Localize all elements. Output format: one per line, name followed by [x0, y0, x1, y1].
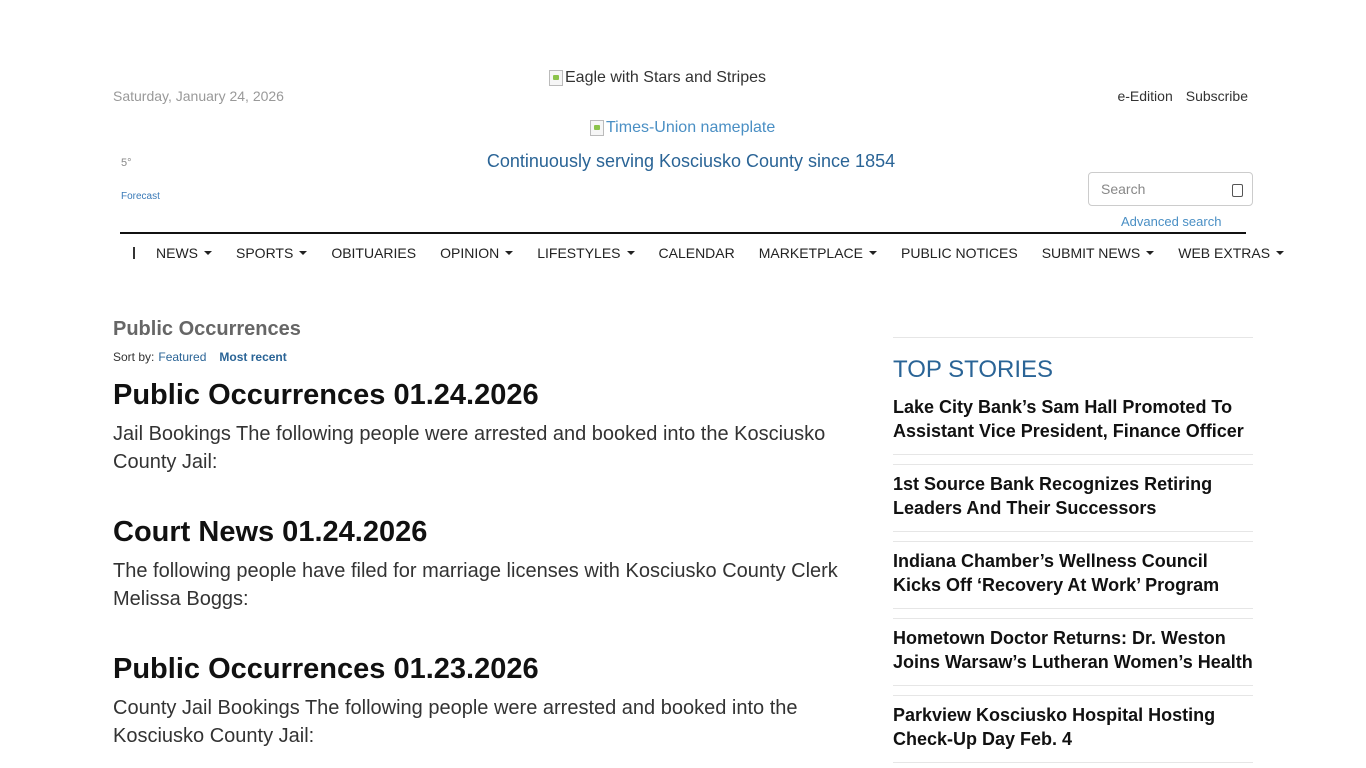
caret-down-icon — [299, 251, 308, 255]
nav-label: SUBMIT NEWS — [1041, 245, 1141, 261]
tagline-text: Continuously serving Kosciusko County si… — [486, 151, 896, 171]
eagle-logo-alt: Eagle with Stars and Stripes — [565, 69, 766, 86]
nav-label: OBITUARIES — [331, 245, 417, 261]
advanced-search-link[interactable]: Advanced search — [1121, 214, 1221, 229]
caret-down-icon — [505, 251, 514, 255]
nav-label: MARKETPLACE — [758, 245, 863, 261]
top-story-link[interactable]: Parkview Kosciusko Hospital Hosting Chec… — [893, 703, 1255, 751]
search-form — [1088, 172, 1253, 206]
sort-label: Sort by: — [113, 350, 155, 364]
nav-item-news[interactable]: NEWS — [156, 245, 212, 261]
nav-label: CALENDAR — [658, 245, 735, 261]
article-item: Public Occurrences 01.24.2026 Jail Booki… — [113, 378, 853, 476]
nameplate-logo[interactable]: Times-Union nameplate — [590, 119, 775, 137]
story-divider — [893, 695, 1253, 696]
article-title-link[interactable]: Court News 01.24.2026 — [113, 516, 427, 548]
nav-label: SPORTS — [236, 245, 294, 261]
article-summary: Jail Bookings The following people were … — [113, 423, 826, 473]
article-summary: The following people have filed for marr… — [113, 560, 838, 610]
nav-divider — [120, 232, 1246, 234]
story-divider — [893, 531, 1253, 532]
top-story-link[interactable]: Indiana Chamber’s Wellness Council Kicks… — [893, 549, 1255, 597]
story-divider — [893, 454, 1253, 455]
nav-label: PUBLIC NOTICES — [901, 245, 1018, 261]
top-story-link[interactable]: 1st Source Bank Recognizes Retiring Lead… — [893, 472, 1255, 520]
nav-item-sports[interactable]: SPORTS — [236, 245, 308, 261]
sidebar-divider — [893, 337, 1253, 338]
subscribe-link[interactable]: Subscribe — [1186, 88, 1248, 104]
main-nav: NEWS SPORTS OBITUARIES OPINION LIFESTYLE… — [120, 236, 1285, 270]
nav-item-marketplace[interactable]: MARKETPLACE — [759, 245, 877, 261]
weather-forecast-link[interactable]: Forecast — [121, 191, 160, 202]
article-item: Court News 01.24.2026 The following peop… — [113, 515, 853, 613]
nav-item-opinion[interactable]: OPINION — [440, 245, 514, 261]
nav-item-calendar[interactable]: CALENDAR — [659, 245, 735, 261]
caret-down-icon — [626, 251, 635, 255]
article-summary: County Jail Bookings The following peopl… — [113, 697, 798, 747]
sort-most-recent-link[interactable]: Most recent — [219, 350, 286, 364]
search-icon[interactable] — [1232, 184, 1243, 197]
caret-down-icon — [1276, 251, 1285, 255]
nav-label: NEWS — [156, 245, 198, 261]
nav-item-obituaries[interactable]: OBITUARIES — [331, 245, 416, 261]
top-stories-heading: TOP STORIES — [893, 356, 1054, 383]
e-edition-link[interactable]: e-Edition — [1117, 88, 1172, 104]
caret-down-icon — [1146, 251, 1155, 255]
page-title: Public Occurrences — [113, 318, 301, 340]
weather-temperature[interactable]: 5° — [121, 157, 132, 169]
top-story-link[interactable]: Hometown Doctor Returns: Dr. Weston Join… — [893, 626, 1255, 674]
story-divider — [893, 541, 1253, 542]
story-divider — [893, 464, 1253, 465]
eagle-logo[interactable]: Eagle with Stars and Stripes — [549, 69, 766, 87]
story-divider — [893, 762, 1253, 763]
sort-controls: Sort by: Featured Most recent — [113, 350, 287, 364]
nav-item-web-extras[interactable]: WEB EXTRAS — [1178, 245, 1285, 261]
broken-image-icon — [590, 120, 604, 136]
site-tagline: Continuously serving Kosciusko County si… — [0, 151, 1366, 172]
caret-down-icon — [204, 251, 212, 255]
nameplate-alt: Times-Union nameplate — [606, 119, 776, 136]
sort-featured-link[interactable]: Featured — [158, 350, 206, 364]
top-links: e-Edition Subscribe — [1117, 88, 1248, 104]
search-input[interactable] — [1101, 181, 1221, 197]
article-item: Public Occurrences 01.23.2026 County Jai… — [113, 652, 853, 750]
article-title-link[interactable]: Public Occurrences 01.24.2026 — [113, 379, 539, 411]
nav-item-public-notices[interactable]: PUBLIC NOTICES — [901, 245, 1018, 261]
broken-image-icon — [549, 70, 563, 86]
nav-item-submit-news[interactable]: SUBMIT NEWS — [1042, 245, 1155, 261]
nav-item-lifestyles[interactable]: LIFESTYLES — [537, 245, 635, 261]
story-divider — [893, 685, 1253, 686]
top-story-link[interactable]: Lake City Bank’s Sam Hall Promoted To As… — [893, 395, 1255, 443]
nav-label: LIFESTYLES — [537, 245, 621, 261]
nav-label: OPINION — [440, 245, 500, 261]
caret-down-icon — [869, 251, 877, 255]
home-icon[interactable] — [133, 247, 135, 259]
nav-label: WEB EXTRAS — [1178, 245, 1271, 261]
story-divider — [893, 608, 1253, 609]
current-date: Saturday, January 24, 2026 — [113, 88, 284, 104]
article-title-link[interactable]: Public Occurrences 01.23.2026 — [113, 653, 539, 685]
story-divider — [893, 618, 1253, 619]
